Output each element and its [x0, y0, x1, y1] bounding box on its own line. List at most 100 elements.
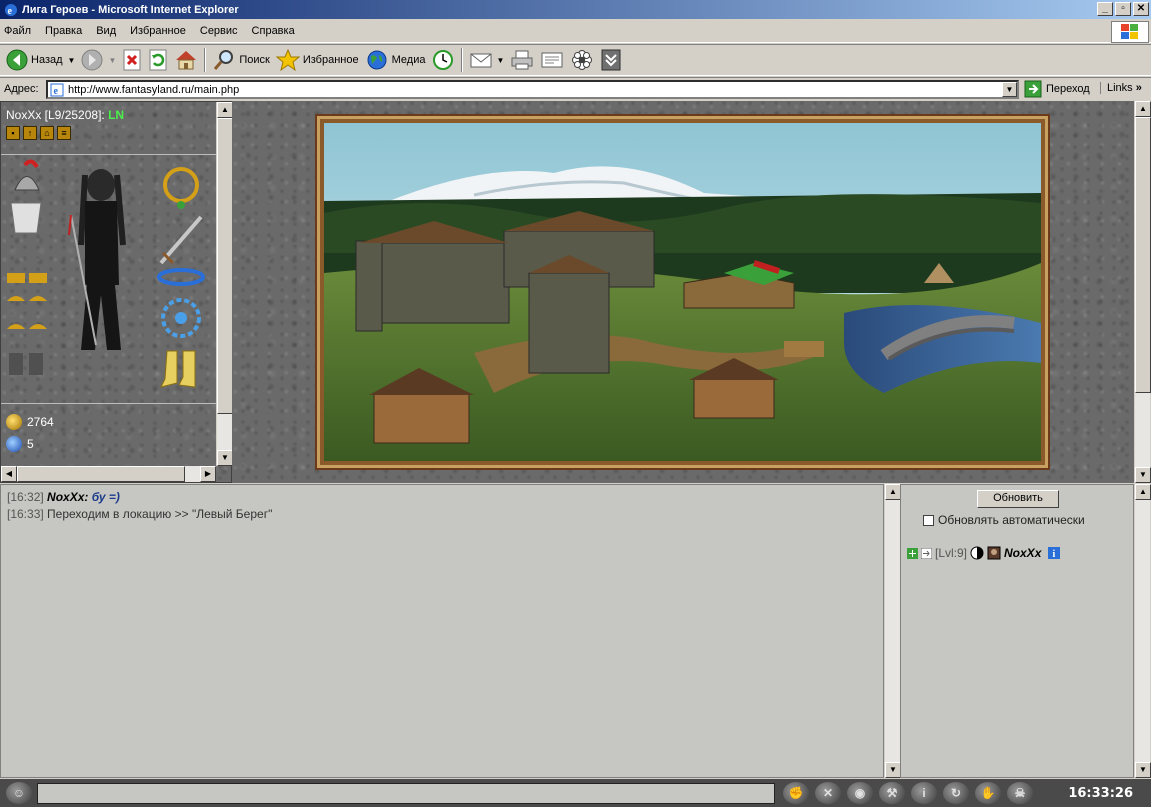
refresh-circle-icon[interactable]: ↻ — [943, 782, 969, 804]
scroll-down-icon[interactable]: ▼ — [885, 762, 901, 778]
left-panel-hscrollbar[interactable]: ◀ ▶ — [1, 466, 216, 482]
home-button[interactable] — [171, 46, 201, 74]
info-icon[interactable]: i — [1048, 547, 1061, 559]
private-message-icon[interactable] — [907, 547, 918, 559]
go-button[interactable]: Переход — [1024, 80, 1090, 98]
scroll-up-icon[interactable]: ▲ — [217, 102, 233, 118]
hand-icon[interactable]: ✋ — [975, 782, 1001, 804]
forward-arrow-icon — [81, 49, 103, 71]
fist-icon[interactable]: ✊ — [783, 782, 809, 804]
location-view: ▲ ▼ — [232, 101, 1151, 483]
scroll-left-icon[interactable]: ◀ — [1, 466, 17, 482]
download-button[interactable] — [597, 46, 625, 74]
user-nick[interactable]: NoxXx — [1004, 546, 1041, 560]
minimize-button[interactable]: _ — [1097, 2, 1113, 16]
media-globe-icon — [367, 50, 387, 70]
back-dropdown-icon[interactable]: ▼ — [68, 56, 76, 65]
edit-button[interactable] — [537, 46, 567, 74]
forward-button[interactable]: ▼ — [78, 46, 119, 74]
skull-icon[interactable]: ☠ — [1007, 782, 1033, 804]
ring-icon[interactable] — [157, 268, 205, 286]
close-button[interactable]: ✕ — [1133, 2, 1149, 16]
bracers2-icon[interactable] — [7, 324, 47, 329]
scroll-up-icon[interactable]: ▲ — [1135, 484, 1151, 500]
chevron-right-icon: » — [1135, 82, 1142, 94]
flower-icon — [572, 50, 593, 70]
printer-icon — [511, 50, 533, 70]
menu-file[interactable]: Файл — [4, 25, 31, 37]
menu-edit[interactable]: Правка — [45, 25, 82, 37]
scroll-thumb[interactable] — [217, 118, 233, 414]
house-icon[interactable]: ⌂ — [40, 126, 54, 140]
links-button[interactable]: Links » — [1100, 82, 1142, 94]
scroll-icon[interactable]: ≡ — [57, 126, 71, 140]
scroll-up-icon[interactable]: ▲ — [1135, 101, 1151, 117]
refresh-button[interactable] — [145, 46, 171, 74]
forward-dropdown-icon[interactable]: ▼ — [108, 56, 116, 65]
messenger-button[interactable] — [567, 46, 597, 74]
chat-timestamp: [16:33] — [7, 507, 44, 521]
refresh-users-button[interactable]: Обновить — [977, 490, 1059, 508]
auto-refresh-label[interactable]: Обновлять автоматически — [938, 513, 1085, 527]
menu-tools[interactable]: Сервис — [200, 25, 238, 37]
eye-icon[interactable]: ◉ — [847, 782, 873, 804]
chat-mode-icon[interactable]: ☺ — [6, 782, 32, 804]
search-icon — [214, 50, 234, 70]
scroll-down-icon[interactable]: ▼ — [217, 450, 233, 466]
armor-icon[interactable] — [10, 202, 42, 234]
media-button[interactable]: Медиа — [362, 46, 429, 74]
crossed-swords-icon[interactable]: ✕ — [815, 782, 841, 804]
helmet-icon[interactable] — [14, 159, 40, 191]
tools-icon[interactable]: ⚒ — [879, 782, 905, 804]
print-button[interactable] — [507, 46, 537, 74]
auto-refresh-checkbox[interactable] — [923, 514, 934, 526]
history-button[interactable] — [428, 46, 458, 74]
users-scrollbar[interactable]: ▲ ▼ — [1134, 484, 1151, 778]
amulet-icon[interactable] — [161, 298, 201, 338]
location-landscape-image[interactable] — [324, 123, 1041, 461]
menu-help[interactable]: Справка — [252, 25, 295, 37]
info-circle-icon[interactable]: i — [911, 782, 937, 804]
mail-button[interactable]: ▼ — [466, 46, 507, 74]
whisper-icon[interactable] — [921, 547, 932, 559]
stop-icon — [123, 49, 141, 71]
chat-scrollbar[interactable]: ▲ ▼ — [884, 484, 901, 778]
back-label: Назад — [31, 54, 63, 66]
maximize-button[interactable]: ▫ — [1115, 2, 1131, 16]
toolbar-separator — [461, 48, 464, 72]
left-panel-scrollbar[interactable]: ▲ ▼ — [216, 102, 233, 466]
boots-icon[interactable] — [160, 350, 196, 388]
search-button[interactable]: Поиск — [209, 46, 272, 74]
necklace-icon[interactable] — [163, 167, 199, 209]
address-dropdown-icon[interactable]: ▼ — [1002, 82, 1017, 97]
menu-view[interactable]: Вид — [96, 25, 116, 37]
back-button[interactable]: Назад ▼ — [3, 46, 78, 74]
home-icon — [176, 51, 197, 70]
svg-text:e: e — [8, 6, 13, 17]
menu-favorites[interactable]: Избранное — [130, 25, 186, 37]
address-url: http://www.fantasyland.ru/main.php — [68, 83, 240, 96]
scroll-thumb[interactable] — [1135, 117, 1151, 393]
game-clock: 16:33:26 — [1068, 786, 1133, 801]
sword-icon[interactable] — [159, 215, 203, 265]
stop-button[interactable] — [119, 46, 145, 74]
links-label: Links — [1107, 82, 1133, 94]
scroll-down-icon[interactable]: ▼ — [1135, 762, 1151, 778]
bracers-icon[interactable] — [7, 296, 47, 301]
chat-system-message: Переходим в локацию >> "Левый Берег" — [47, 507, 273, 521]
favorites-button[interactable]: Избранное — [273, 46, 362, 74]
inventory-icon[interactable]: ▪ — [6, 126, 20, 140]
belt-icon[interactable] — [7, 273, 47, 283]
main-view-scrollbar[interactable]: ▲ ▼ — [1134, 101, 1151, 483]
chat-input[interactable] — [37, 783, 775, 804]
scroll-right-icon[interactable]: ▶ — [200, 466, 216, 482]
mail-dropdown-icon[interactable]: ▼ — [496, 56, 504, 65]
address-input[interactable]: e http://www.fantasyland.ru/main.php ▼ — [46, 80, 1019, 99]
skills-up-icon[interactable]: ↑ — [23, 126, 37, 140]
gloves-icon[interactable] — [9, 353, 43, 375]
chat-nick[interactable]: NoxXx: — [47, 490, 88, 504]
scroll-down-icon[interactable]: ▼ — [1135, 467, 1151, 483]
hscroll-thumb[interactable] — [17, 466, 185, 482]
location-picture-frame[interactable] — [320, 119, 1045, 465]
scroll-up-icon[interactable]: ▲ — [885, 484, 901, 500]
